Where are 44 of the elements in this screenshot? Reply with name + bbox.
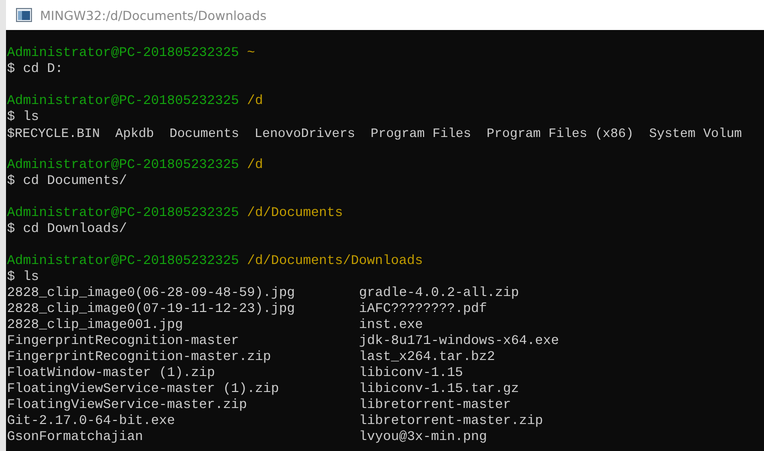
- prompt-user: Administrator@PC-201805232325: [7, 206, 239, 222]
- file-name: libretorrent-master: [359, 398, 512, 414]
- file-name: 2828_clip_image001.jpg: [7, 318, 184, 334]
- file-name: Git-2.17.0-64-bit.exe: [7, 414, 176, 430]
- file-name: inst.exe: [359, 318, 424, 334]
- file-name: Program Files (x86): [486, 126, 634, 142]
- prompt-path: /d: [246, 158, 263, 174]
- file-name: libiconv-1.15.tar.gz: [359, 382, 520, 398]
- file-name: GsonFormatchajian: [7, 430, 144, 446]
- file-name: jdk-8u171-windows-x64.exe: [359, 334, 560, 350]
- file-name: iAFC????????.pdf: [359, 302, 488, 318]
- prompt-user: Administrator@PC-201805232325: [7, 254, 239, 270]
- window-icon: [16, 8, 32, 22]
- file-name: lvyou@3x-min.png: [359, 430, 488, 446]
- file-name: FingerprintRecognition-master: [7, 334, 240, 350]
- prompt-path: /d: [246, 94, 263, 110]
- command-text: $ ls: [7, 270, 39, 286]
- command-text: $ ls: [7, 110, 39, 126]
- file-name: libretorrent-master.zip: [359, 414, 544, 430]
- file-name: Program Files: [370, 126, 472, 142]
- file-name: $RECYCLE.BIN: [7, 126, 100, 142]
- file-name: Documents: [169, 126, 240, 142]
- prompt-path: /d/Documents/Downloads: [246, 254, 423, 270]
- command-text: $ cd Documents/: [7, 174, 127, 190]
- file-name: 2828_clip_image0(06-28-09-48-59).jpg: [7, 286, 296, 302]
- file-name: 2828_clip_image0(07-19-11-12-23).jpg: [7, 302, 296, 318]
- prompt-path: ~: [246, 46, 255, 62]
- file-name: FloatWindow-master (1).zip: [7, 366, 216, 382]
- file-name: gradle-4.0.2-all.zip: [359, 286, 520, 302]
- file-name: last_x264.tar.bz2: [359, 350, 496, 366]
- prompt-user: Administrator@PC-201805232325: [7, 158, 239, 174]
- window-title: MINGW32:/d/Documents/Downloads: [40, 8, 266, 22]
- file-name: LenovoDrivers: [254, 126, 356, 142]
- file-name: FloatingViewService-master.zip: [7, 398, 248, 414]
- prompt-path: /d/Documents: [246, 206, 343, 222]
- command-text: $ cd Downloads/: [7, 222, 127, 238]
- command-text: $ cd D:: [7, 62, 63, 78]
- file-name: FloatingViewService-master (1).zip: [7, 382, 280, 398]
- prompt-user: Administrator@PC-201805232325: [7, 46, 239, 62]
- file-name: libiconv-1.15: [359, 366, 464, 382]
- file-name: FingerprintRecognition-master.zip: [7, 350, 272, 366]
- file-name: System Volum: [649, 126, 742, 142]
- file-name: Apkdb: [115, 126, 154, 142]
- prompt-user: Administrator@PC-201805232325: [7, 94, 239, 110]
